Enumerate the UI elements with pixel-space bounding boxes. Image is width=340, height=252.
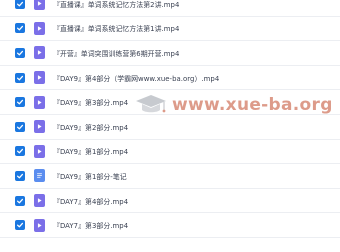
video-file-icon: [34, 0, 45, 11]
list-item[interactable]: 『直播课』单词系统记忆方法第2讲.mp4: [0, 0, 340, 17]
file-name[interactable]: 『DAY7』第4部分.mp4: [53, 196, 128, 206]
list-item[interactable]: 『DAY7』第4部分.mp4: [0, 189, 340, 214]
list-item[interactable]: 『DAY9』第4部分（学霸网www.xue-ba.org）.mp4: [0, 66, 340, 91]
video-file-icon: [34, 71, 45, 85]
checkbox-checked[interactable]: [15, 146, 25, 157]
checkbox-checked[interactable]: [15, 23, 25, 34]
file-list: 『直播课』单词系统记忆方法第2讲.mp4 『直播课』单词系统记忆方法第1讲.mp…: [0, 0, 340, 238]
list-item[interactable]: 『DAY9』第3部分.mp4: [0, 90, 340, 115]
checkbox-checked[interactable]: [15, 170, 25, 181]
list-item[interactable]: 『DAY9』第1部分-笔记: [0, 164, 340, 189]
file-name[interactable]: 『开营』单词突围训练营第6期开营.mp4: [53, 48, 179, 58]
file-name[interactable]: 『直播课』单词系统记忆方法第1讲.mp4: [53, 23, 179, 33]
file-name[interactable]: 『DAY9』第1部分-笔记: [53, 171, 127, 181]
video-file-icon: [34, 21, 45, 35]
video-file-icon: [34, 46, 45, 60]
file-name[interactable]: 『DAY9』第4部分（学霸网www.xue-ba.org）.mp4: [53, 73, 219, 83]
file-name[interactable]: 『直播课』单词系统记忆方法第2讲.mp4: [53, 0, 179, 9]
checkbox-checked[interactable]: [15, 97, 25, 108]
video-file-icon: [34, 144, 45, 158]
note-file-icon: [34, 169, 45, 183]
checkbox-checked[interactable]: [15, 220, 25, 231]
list-item[interactable]: 『DAY9』第2部分.mp4: [0, 115, 340, 140]
file-name[interactable]: 『DAY9』第3部分.mp4: [53, 97, 128, 107]
checkbox-checked[interactable]: [15, 195, 25, 206]
video-file-icon: [34, 120, 45, 134]
checkbox-checked[interactable]: [15, 0, 25, 9]
list-item[interactable]: 『DAY7』第3部分.mp4: [0, 213, 340, 238]
video-file-icon: [34, 194, 45, 208]
list-item[interactable]: 『开营』单词突围训练营第6期开营.mp4: [0, 41, 340, 66]
list-item[interactable]: 『DAY9』第1部分.mp4: [0, 140, 340, 165]
file-name[interactable]: 『DAY9』第2部分.mp4: [53, 122, 128, 132]
file-name[interactable]: 『DAY7』第3部分.mp4: [53, 220, 128, 230]
file-name[interactable]: 『DAY9』第1部分.mp4: [53, 146, 128, 156]
video-file-icon: [34, 95, 45, 109]
checkbox-checked[interactable]: [15, 121, 25, 132]
checkbox-checked[interactable]: [15, 72, 25, 83]
video-file-icon: [34, 218, 45, 232]
list-item[interactable]: 『直播课』单词系统记忆方法第1讲.mp4: [0, 17, 340, 42]
checkbox-checked[interactable]: [15, 47, 25, 58]
